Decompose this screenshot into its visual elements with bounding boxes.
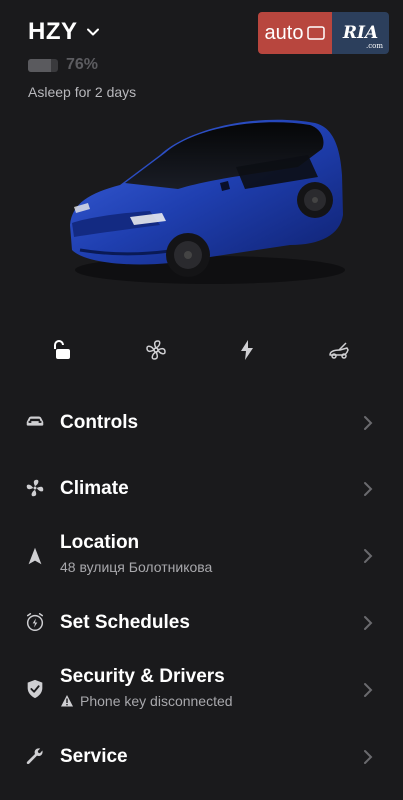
menu-item-location[interactable]: Location 48 вулиця Болотникова [0,532,403,582]
menu-item-service[interactable]: Service [0,744,403,768]
warning-icon [61,695,73,707]
vehicle-name: HZY [28,18,78,45]
shield-check-icon [24,678,46,700]
charge-port-button[interactable] [227,330,267,370]
menu-label-controls: Controls [60,412,139,433]
watermark-logo: auto RIA .com [258,12,391,54]
watermark-ria-suffix: .com [366,42,383,50]
phone-key-status: Phone key disconnected [80,693,233,709]
quick-actions-bar [0,330,403,370]
vehicle-header: HZY 76% Asleep for 2 days [28,18,136,100]
car-image [70,119,345,284]
chevron-right-icon [364,616,373,630]
location-address: 48 вулиця Болотникова [60,559,213,575]
wrench-icon [24,745,46,767]
chevron-right-icon [364,683,373,697]
vehicle-selector[interactable]: HZY [28,18,136,46]
watermark-auto: auto [258,12,332,54]
battery-status: 76% [28,56,136,74]
menu-label-service: Service [60,746,128,767]
frunk-button[interactable] [319,330,359,370]
menu-item-controls[interactable]: Controls [0,410,403,434]
fan-icon [145,340,166,360]
menu-item-security[interactable]: Security & Drivers Phone key disconnecte… [0,666,403,716]
menu-label-location: Location [60,532,140,553]
chevron-right-icon [364,549,373,563]
chevron-right-icon [364,416,373,430]
frunk-icon [329,342,349,359]
battery-percent: 76% [66,56,99,73]
chevron-right-icon [364,482,373,496]
menu-label-security: Security & Drivers [60,666,225,687]
menu-label-schedules: Set Schedules [60,612,190,633]
phone-key-warning: Phone key disconnected [60,693,233,709]
chevron-down-icon [86,28,99,36]
alarm-clock-bolt-icon [24,611,46,633]
climate-toggle-button[interactable] [136,330,176,370]
charge-bolt-icon [241,340,254,360]
menu-item-schedules[interactable]: Set Schedules [0,610,403,634]
battery-fill [28,58,51,72]
navigation-arrow-icon [24,545,46,567]
watermark-auto-text: auto [264,21,304,44]
battery-icon [28,58,58,72]
unlock-icon [53,340,70,359]
menu-label-climate: Climate [60,478,129,499]
watermark-ria: RIA .com [332,12,389,54]
chevron-right-icon [364,750,373,764]
watermark-frame-icon [307,26,326,40]
vehicle-status: Asleep for 2 days [28,84,137,100]
fan-icon [24,477,46,499]
menu-item-climate[interactable]: Climate [0,476,403,500]
lock-toggle-button[interactable] [44,330,84,370]
watermark-ria-text: RIA [342,23,379,43]
car-icon [24,411,46,433]
